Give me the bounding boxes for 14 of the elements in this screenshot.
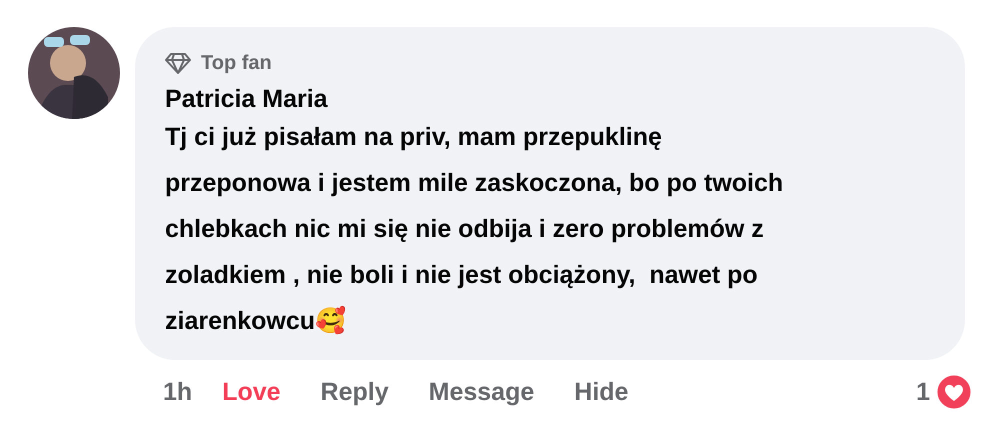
reaction-button[interactable]: Love — [222, 378, 281, 406]
comment-text-line: Tj ci już pisałam na priv, mam przepuklinę — [165, 122, 662, 153]
action-link[interactable]: Hide — [574, 378, 628, 406]
comment-text-line: ziarenkowcu🥰 — [165, 304, 346, 337]
top-fan-label: Top fan — [201, 52, 272, 74]
action-link[interactable]: Message — [428, 378, 534, 406]
comment-text-line: przeponowa i jestem mile zaskoczona, bo po twoich — [165, 168, 784, 199]
comment-text-line: zoladkiem , nie boli i nie jest obciążony, nawet po — [165, 260, 758, 291]
diamond-icon — [165, 52, 191, 74]
author-name[interactable]: Patricia Maria — [165, 85, 328, 114]
reaction-count[interactable]: 1 — [916, 378, 930, 406]
comment-text-line: chlebkach nic mi się nie odbija i zero problemów z — [165, 214, 764, 245]
action-link[interactable]: Reply — [320, 378, 389, 406]
timestamp: 1h — [163, 378, 192, 406]
